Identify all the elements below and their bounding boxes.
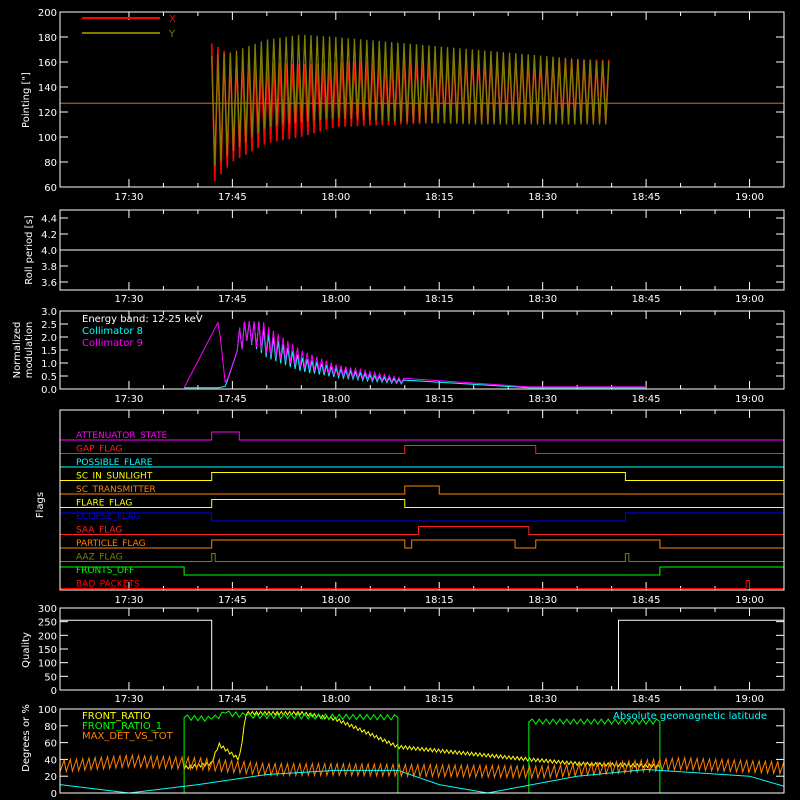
x-tick-label: 18:00: [321, 192, 350, 203]
y-tick-label: 40: [44, 755, 57, 766]
x-tick-label: 19:00: [735, 192, 764, 203]
legend-y-label: Y: [168, 29, 176, 40]
x-tick-label: 18:15: [425, 294, 454, 305]
rhessi-observing-summary-figure: Pointing ["] 6080100120140160180200 17:3…: [0, 0, 800, 800]
y-tick-label: 0.0: [41, 385, 57, 396]
x-tick-label: 17:30: [115, 294, 144, 305]
x-tick-label: 18:45: [632, 394, 661, 405]
y-tick-label: 100: [38, 659, 57, 670]
x-tick-label: 17:30: [115, 694, 144, 705]
flag-label: FRONTS_OFF: [76, 566, 134, 576]
y-tick-label: 180: [38, 33, 57, 44]
y-tick-label: 1.5: [41, 346, 57, 357]
y-tick-label: 1.0: [41, 359, 57, 370]
y-tick-label: 3.8: [41, 262, 57, 273]
x-tick-label: 18:30: [528, 192, 557, 203]
y-tick-label: 100: [38, 133, 57, 144]
flag-label: PARTICLE_FLAG: [76, 539, 146, 549]
y-tick-label: 20: [44, 772, 57, 783]
flag-label: BAD_PACKETS: [76, 580, 140, 590]
x-tick-label: 17:30: [115, 595, 144, 606]
modulation-ylabel-2: modulation: [24, 322, 35, 379]
x-tick-label: 18:15: [425, 192, 454, 203]
x-tick-label: 18:45: [632, 694, 661, 705]
x-tick-label: 17:30: [115, 394, 144, 405]
x-tick-label: 19:00: [735, 595, 764, 606]
y-tick-label: 2.5: [41, 320, 57, 331]
legend-collimator-8: Collimator 8: [82, 326, 143, 337]
modulation-ylabel-1: Normalized: [12, 322, 23, 379]
x-tick-label: 18:15: [425, 694, 454, 705]
y-tick-label: 4.2: [41, 230, 57, 241]
x-tick-label: 17:45: [218, 595, 247, 606]
x-tick-label: 18:45: [632, 294, 661, 305]
x-tick-label: 18:00: [321, 694, 350, 705]
y-tick-label: 4.0: [41, 246, 57, 257]
x-tick-label: 18:45: [632, 192, 661, 203]
y-tick-label: 300: [38, 604, 57, 615]
y-tick-label: 3.6: [41, 278, 57, 289]
x-tick-label: 18:45: [632, 595, 661, 606]
x-tick-label: 18:15: [425, 394, 454, 405]
y-tick-label: 200: [38, 8, 57, 19]
x-tick-label: 17:45: [218, 294, 247, 305]
y-tick-label: 150: [38, 645, 57, 656]
x-tick-label: 17:45: [218, 694, 247, 705]
flag-label: ATTENUATOR_STATE: [76, 431, 168, 441]
y-tick-label: 2.0: [41, 333, 57, 344]
x-tick-label: 18:30: [528, 294, 557, 305]
quality-ylabel: Quality: [21, 632, 32, 668]
y-tick-label: 140: [38, 83, 57, 94]
legend-max-det-vs-tot: MAX_DET_VS_TOT: [82, 731, 174, 742]
y-tick-label: 0: [51, 789, 57, 800]
flags-ylabel: Flags: [35, 492, 46, 518]
x-tick-label: 18:00: [321, 294, 350, 305]
x-tick-label: 19:00: [735, 294, 764, 305]
x-tick-label: 18:00: [321, 394, 350, 405]
x-tick-label: 19:00: [735, 394, 764, 405]
y-tick-label: 60: [44, 183, 57, 194]
energy-band-annotation: Energy band: 12-25 keV: [82, 314, 203, 325]
flag-label: GAP_FLAG: [76, 445, 122, 455]
x-tick-label: 18:00: [321, 595, 350, 606]
x-tick-label: 17:45: [218, 192, 247, 203]
x-tick-label: 18:15: [425, 595, 454, 606]
x-tick-label: 17:45: [218, 394, 247, 405]
y-tick-label: 50: [44, 672, 57, 683]
flag-label: SC_IN_SUNLIGHT: [76, 472, 153, 482]
x-tick-label: 18:30: [528, 595, 557, 606]
y-tick-label: 100: [38, 705, 57, 716]
flag-label: FLARE_FLAG: [76, 499, 132, 509]
y-tick-label: 80: [44, 722, 57, 733]
flag-label: SC_TRANSMITTER: [76, 485, 156, 495]
x-tick-label: 18:30: [528, 394, 557, 405]
ratios-ylabel: Degrees or %: [21, 704, 32, 772]
legend-geomagnetic-latitude: Absolute geomagnetic latitude: [613, 711, 767, 722]
y-tick-label: 0: [51, 686, 57, 697]
y-tick-label: 160: [38, 58, 57, 69]
legend-x-label: X: [169, 14, 176, 25]
y-tick-label: 250: [38, 618, 57, 629]
y-tick-label: 4.4: [41, 214, 57, 225]
pointing-ylabel: Pointing ["]: [21, 72, 32, 128]
y-tick-label: 3.0: [41, 307, 57, 318]
flag-label: ECLIPSE_FLAG: [76, 512, 140, 522]
roll-ylabel: Roll period [s]: [24, 215, 35, 284]
y-tick-label: 60: [44, 739, 57, 750]
y-tick-label: 0.5: [41, 372, 57, 383]
flag-label: POSSIBLE_FLARE: [76, 458, 153, 468]
legend-collimator-9: Collimator 9: [82, 338, 143, 349]
flag-label: SAA_FLAG: [76, 526, 122, 536]
flag-label: AAZ_FLAG: [76, 553, 123, 563]
y-tick-label: 80: [44, 158, 57, 169]
x-tick-label: 18:30: [528, 694, 557, 705]
y-tick-label: 120: [38, 108, 57, 119]
y-tick-label: 200: [38, 631, 57, 642]
x-tick-label: 17:30: [115, 192, 144, 203]
x-tick-label: 19:00: [735, 694, 764, 705]
